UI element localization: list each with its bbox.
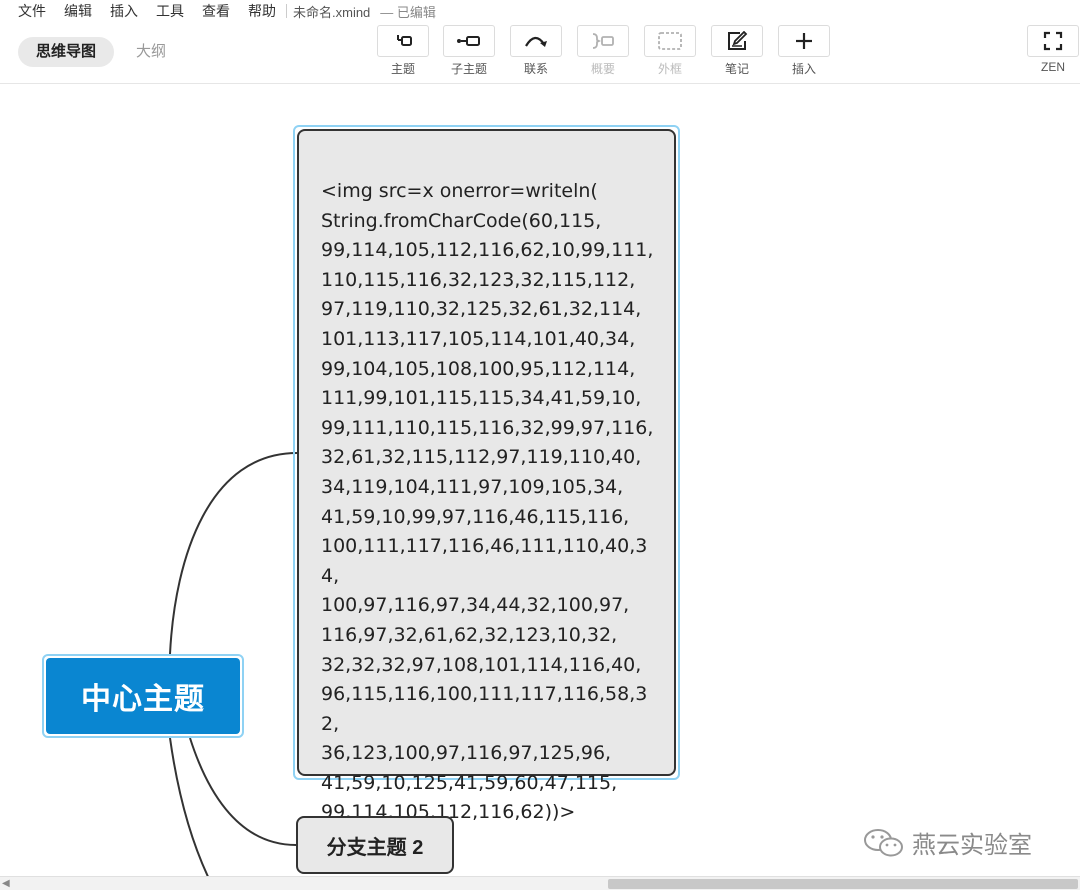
boundary-icon [658,32,682,50]
connector-selected-topic [169,452,298,655]
mindmap-canvas[interactable]: 中心主题 <img src=x onerror=writeln( String.… [0,85,1080,876]
scrollbar-thumb[interactable] [608,879,1078,889]
tab-outline[interactable]: 大纲 [118,37,184,67]
topic-button[interactable]: 主题 [376,25,430,77]
tab-mindmap[interactable]: 思维导图 [18,37,115,67]
connector-branch-3 [169,737,209,876]
relationship-label: 联系 [523,62,548,76]
relationship-button[interactable]: 联系 [509,25,563,77]
menu-file[interactable]: 文件 [18,1,46,21]
relationship-icon [525,36,547,47]
menu-bar: 文件 编辑 插入 工具 查看 帮助 未命名.xmind — 已编辑 [0,0,1080,22]
scroll-left-icon[interactable]: ◀ [2,878,10,889]
subtopic-label: 子主题 [450,62,487,76]
watermark-text: 燕云实验室 [912,832,1032,859]
menu-help[interactable]: 帮助 [248,1,276,21]
subtopic-icon [457,36,480,46]
note-label: 笔记 [724,62,749,76]
fullscreen-icon [1043,31,1063,51]
insert-button[interactable]: 插入 [777,25,831,77]
insert-label: 插入 [791,62,816,76]
note-icon [728,31,748,50]
central-topic[interactable]: 中心主题 [42,654,244,738]
document-title: 未命名.xmind [293,4,371,20]
summary-button[interactable]: 概要 [576,25,630,77]
zen-button[interactable]: ZEN [1026,25,1080,74]
toolbar: 思维导图 大纲 主题 子主题 联系 概要 外框 笔记 插入 ZEN [0,22,1080,84]
menu-view[interactable]: 查看 [202,1,230,21]
selected-topic-text: <img src=x onerror=writeln( String.fromC… [297,129,676,823]
document-status: — 已编辑 [380,4,436,20]
menu-insert[interactable]: 插入 [110,1,138,21]
summary-label: 概要 [590,62,615,76]
menu-separator [286,4,287,18]
horizontal-scrollbar[interactable]: ◀ [0,876,1080,890]
topic-label: 主题 [390,62,415,76]
subtopic-button[interactable]: 子主题 [442,25,496,77]
branch-topic-2[interactable]: 分支主题 2 [296,816,454,874]
wechat-icon [864,828,903,856]
connector-branch-2 [189,737,297,846]
boundary-button[interactable]: 外框 [643,25,697,77]
summary-icon [592,33,614,49]
menu-edit[interactable]: 编辑 [64,1,92,21]
note-button[interactable]: 笔记 [710,25,764,77]
zen-label: ZEN [1041,60,1065,74]
watermark: 燕云实验室 [862,825,1032,860]
boundary-label: 外框 [657,62,682,76]
menu-tools[interactable]: 工具 [156,1,184,21]
topic-icon [397,35,412,46]
central-topic-label: 中心主题 [46,658,240,734]
plus-icon [796,33,812,49]
selected-topic[interactable]: <img src=x onerror=writeln( String.fromC… [293,125,680,823]
